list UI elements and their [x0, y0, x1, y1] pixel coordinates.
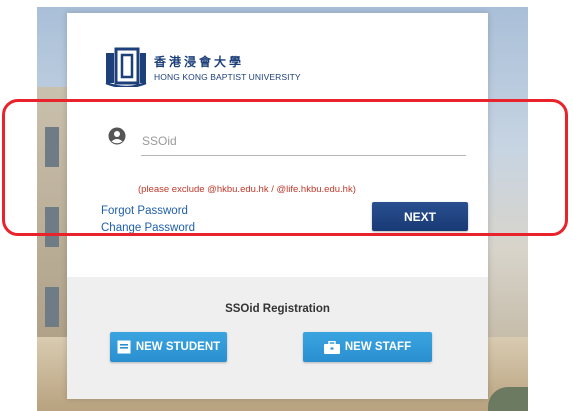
background-window — [45, 207, 59, 247]
ssoid-input[interactable] — [141, 126, 466, 156]
logo-english-name: HONG KONG BAPTIST UNIVERSITY — [154, 71, 301, 82]
login-card: 香港浸會大學 HONG KONG BAPTIST UNIVERSITY (ple… — [67, 13, 488, 399]
logo-chinese-name: 香港浸會大學 — [154, 54, 245, 69]
new-staff-label: NEW STAFF — [344, 341, 412, 353]
next-button[interactable]: NEXT — [372, 202, 468, 231]
change-password-link[interactable]: Change Password — [101, 222, 195, 234]
new-staff-button[interactable]: NEW STAFF — [303, 332, 432, 362]
new-student-label: NEW STUDENT — [135, 341, 221, 353]
hkbu-logo-mark-icon — [104, 47, 148, 89]
briefcase-icon — [323, 340, 340, 354]
university-logo: 香港浸會大學 HONG KONG BAPTIST UNIVERSITY — [104, 47, 301, 89]
background-window — [45, 287, 59, 327]
background-window — [45, 127, 59, 167]
registration-title: SSOid Registration — [225, 303, 330, 315]
logo-wordmark: 香港浸會大學 HONG KONG BAPTIST UNIVERSITY — [154, 53, 301, 82]
new-student-button[interactable]: NEW STUDENT — [110, 332, 227, 362]
ssoid-hint: (please exclude @hkbu.edu.hk / @life.hkb… — [138, 184, 356, 195]
id-card-icon — [117, 340, 131, 354]
user-circle-icon — [108, 127, 126, 145]
forgot-password-link[interactable]: Forgot Password — [101, 205, 188, 217]
